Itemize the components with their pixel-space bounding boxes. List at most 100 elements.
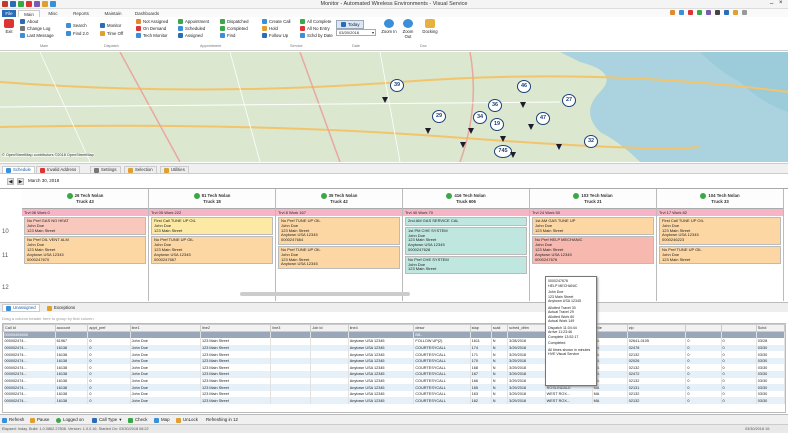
search-button[interactable]: Search — [66, 23, 89, 28]
not-assigned-button[interactable]: Not Assigned — [136, 19, 168, 24]
today-button[interactable]: Today — [336, 20, 365, 29]
map-pin[interactable]: 46 — [517, 80, 531, 93]
job-card[interactable]: 1st AM GAS TUNE UP John Doe 123 Main Str… — [532, 217, 654, 236]
column-header[interactable]: Call Id — [3, 324, 56, 332]
table-row[interactable]: 000002474... 16138 0 John Doe 123 Main Stree… — [3, 397, 786, 405]
unassigned-grid[interactable]: Call Id account appt_pref line1 line2 line3 Jo… — [2, 323, 786, 413]
tab-selection[interactable]: Selection — [124, 166, 157, 174]
column-header[interactable]: line3 — [270, 324, 312, 332]
map-pin[interactable]: 34 — [473, 111, 487, 124]
column-header[interactable]: descr — [413, 324, 471, 332]
close-call-icon[interactable] — [26, 1, 32, 7]
table-row[interactable]: 00000494658 BB- — [3, 331, 786, 339]
truck-marker[interactable] — [520, 102, 526, 108]
table-row[interactable]: 000002474... 16138 0 John Doe 123 Main Stree… — [3, 351, 786, 358]
docking-button[interactable]: Docking — [420, 19, 440, 34]
column-header[interactable]: stap — [469, 324, 492, 332]
tab-misc[interactable]: Misc — [42, 10, 64, 17]
job-card[interactable]: No Pref GAS NO HEAT John Doe 123 Main St… — [24, 217, 146, 236]
map-pin[interactable]: 39 — [390, 79, 404, 92]
tool-icon-8[interactable] — [733, 10, 738, 15]
tab-settings[interactable]: Settings — [90, 166, 121, 174]
map-pin[interactable]: 19 — [490, 118, 504, 131]
map-pin[interactable]: 27 — [562, 94, 576, 107]
tab-file[interactable]: File — [2, 10, 16, 17]
assigned-button[interactable]: Assigned — [178, 33, 209, 38]
tech-header[interactable]: 81 Tech Nolan Truck 18 — [149, 189, 275, 209]
tool-icon-5[interactable] — [706, 10, 711, 15]
horizontal-scrollbar[interactable] — [240, 292, 410, 296]
tech-header[interactable]: 103 Tech Nolan Truck 21 — [530, 189, 656, 209]
tool-icon-3[interactable] — [688, 10, 693, 15]
job-card[interactable]: No Pref OIL VENT ALM John Doe 123 Main S… — [24, 236, 146, 265]
tool-icon-7[interactable] — [724, 10, 729, 15]
pause-button[interactable]: Pause — [30, 416, 49, 424]
map-pin[interactable]: 36 — [488, 99, 502, 112]
tab-unassigned[interactable]: Unassigned — [2, 304, 40, 312]
about-button[interactable]: About — [20, 19, 54, 24]
tech-header[interactable]: 26 Tech Nolan Truck 43 — [22, 189, 148, 209]
close-icon[interactable]: × — [779, 0, 783, 6]
create-call-button[interactable]: Create Call — [262, 19, 291, 24]
tool-icon-9[interactable] — [742, 10, 747, 15]
zoom-in-button[interactable]: Zoom In — [381, 19, 397, 34]
tab-invalid-address[interactable]: Invalid Address — [36, 166, 81, 174]
column-header[interactable] — [720, 324, 757, 332]
tool-icon-6[interactable] — [715, 10, 720, 15]
tool-icon-2[interactable] — [679, 10, 684, 15]
job-card[interactable]: No Pref TUNE UP OIL John Doe 123 Main St… — [278, 217, 400, 245]
check-button[interactable]: Check — [128, 416, 147, 424]
all-no-entry-button[interactable]: All No Entry — [300, 26, 333, 31]
column-header[interactable]: scall — [490, 324, 509, 332]
refresh-button[interactable]: Refresh — [2, 416, 24, 424]
truck-marker[interactable] — [510, 152, 516, 158]
refresh-icon[interactable] — [18, 1, 24, 7]
last-message-button[interactable]: Last Message — [20, 33, 54, 38]
truck-marker[interactable] — [556, 144, 562, 150]
tools-icon[interactable] — [34, 1, 40, 7]
logged-on-button[interactable]: Logged on — [56, 416, 84, 424]
column-header[interactable]: appt_pref — [87, 324, 131, 332]
tech-column[interactable]: 35 Tech Nolan Truck 42 Trvl 8 Work 167 No P… — [276, 189, 403, 301]
column-header[interactable]: Job Id — [310, 324, 349, 332]
table-row[interactable]: 000002474... 16138 0 John Doe 123 Main Stree… — [3, 384, 786, 391]
tab-utilities[interactable]: Utilities — [160, 166, 189, 174]
column-header[interactable] — [685, 324, 722, 332]
column-header[interactable]: sched_dttm — [507, 324, 546, 332]
tool-icon-1[interactable] — [670, 10, 675, 15]
map-view[interactable]: 39 46 27 29 36 19 34 47 32 745 — [0, 52, 788, 162]
column-header[interactable]: line4 — [347, 324, 415, 332]
on-demand-button[interactable]: On Demand — [136, 26, 168, 31]
minimize-icon[interactable]: – — [770, 1, 773, 7]
hold-button[interactable]: Hold — [262, 26, 291, 31]
prev-day-button[interactable]: ◀ — [7, 178, 14, 185]
truck-marker[interactable] — [528, 124, 534, 130]
tab-dashboards[interactable]: Dashboards — [130, 10, 164, 17]
column-header[interactable]: Schd — [755, 324, 786, 332]
tab-reports[interactable]: Reports — [66, 10, 96, 17]
tab-maintain[interactable]: Maintain — [98, 10, 128, 17]
search-icon[interactable] — [50, 1, 56, 7]
truck-marker[interactable] — [460, 142, 466, 148]
tech-header[interactable]: 416 Tech Nolan Truck 606 — [403, 189, 529, 209]
monitor-button[interactable]: Monitor — [100, 23, 123, 28]
truck-marker[interactable] — [468, 128, 474, 134]
call-type-button[interactable]: Call Type ▾ — [92, 416, 121, 424]
tech-column[interactable]: 104 Tech Nolan Truck 33 Trvl 17 Work 82 Fir… — [657, 189, 784, 301]
job-card[interactable]: No Pref TUNE UP OIL John Doe 123 Main St… — [278, 245, 400, 270]
column-header[interactable]: line1 — [129, 324, 201, 332]
table-row[interactable]: 000002474... 61967 0 John Doe 123 Main Stree… — [3, 338, 786, 345]
exit-button[interactable]: Exit — [1, 19, 17, 34]
job-card[interactable]: 2nd AM GAS SERVICE CAL — [405, 217, 527, 226]
appointment-button[interactable]: Appointment — [178, 19, 209, 24]
tool-icon-4[interactable] — [697, 10, 702, 15]
job-card[interactable]: First Call TUNE UP OIL John Doe 123 Main… — [151, 217, 273, 236]
tech-column[interactable]: 26 Tech Nolan Truck 43 Trvl 06 Work 0 No Pr… — [22, 189, 149, 301]
truck-marker[interactable] — [425, 128, 431, 134]
truck-marker[interactable] — [500, 136, 506, 142]
tech-header[interactable]: 104 Tech Nolan Truck 33 — [657, 189, 783, 209]
column-header[interactable]: line2 — [199, 324, 272, 332]
column-header[interactable]: account — [54, 324, 89, 332]
tech-header[interactable]: 35 Tech Nolan Truck 42 — [276, 189, 402, 209]
job-card[interactable]: First Call TUNE UP OIL John Doe 123 Main… — [659, 217, 781, 245]
